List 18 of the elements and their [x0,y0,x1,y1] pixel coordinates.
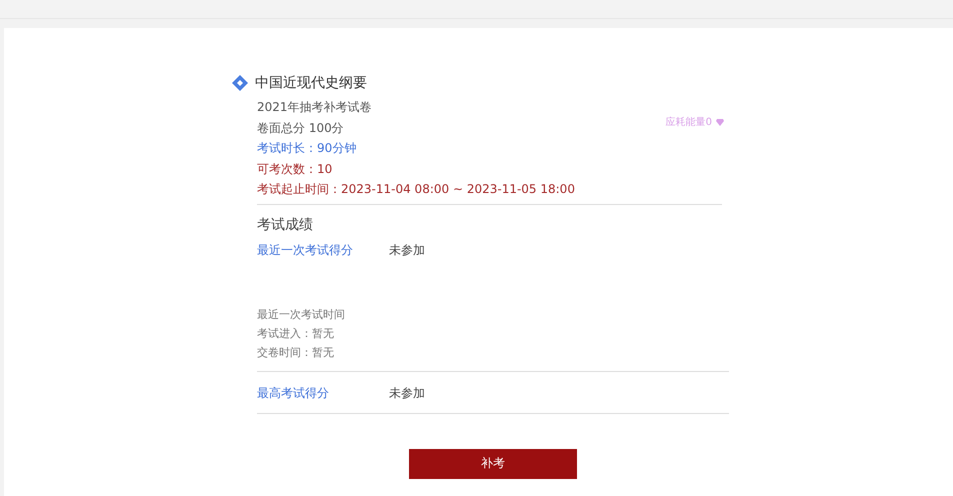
retake-button[interactable]: 补考 [409,448,577,478]
info-text: 考试时长：90分钟 [257,140,358,157]
info-text: 2021年抽考补考试卷 [257,99,373,116]
time-text: 交卷时间：暂无 [257,344,335,360]
info-text: 可考次数：10 [257,160,334,178]
gem-icon [716,118,724,126]
diamond-icon [232,75,248,91]
score-label: 最高考试得分 [257,384,330,400]
info-text: 考试起止时间：2023-11-04 08:00 ~ 2023-11-05 18:00 [257,181,575,198]
info-text: 卷面总分 100分 [257,120,345,136]
course-title: 中国近现代史纲要 [255,74,367,92]
score-label: 最近一次考试得分 [257,242,354,258]
time-text: 最近一次考试时间 [257,306,346,322]
score-value: 未参加 [389,384,425,400]
score-value: 未参加 [389,242,425,258]
section-title: 考试成绩 [257,216,314,234]
time-text: 考试进入：暂无 [257,326,335,342]
energy-text: 应耗能量0 [666,116,712,129]
